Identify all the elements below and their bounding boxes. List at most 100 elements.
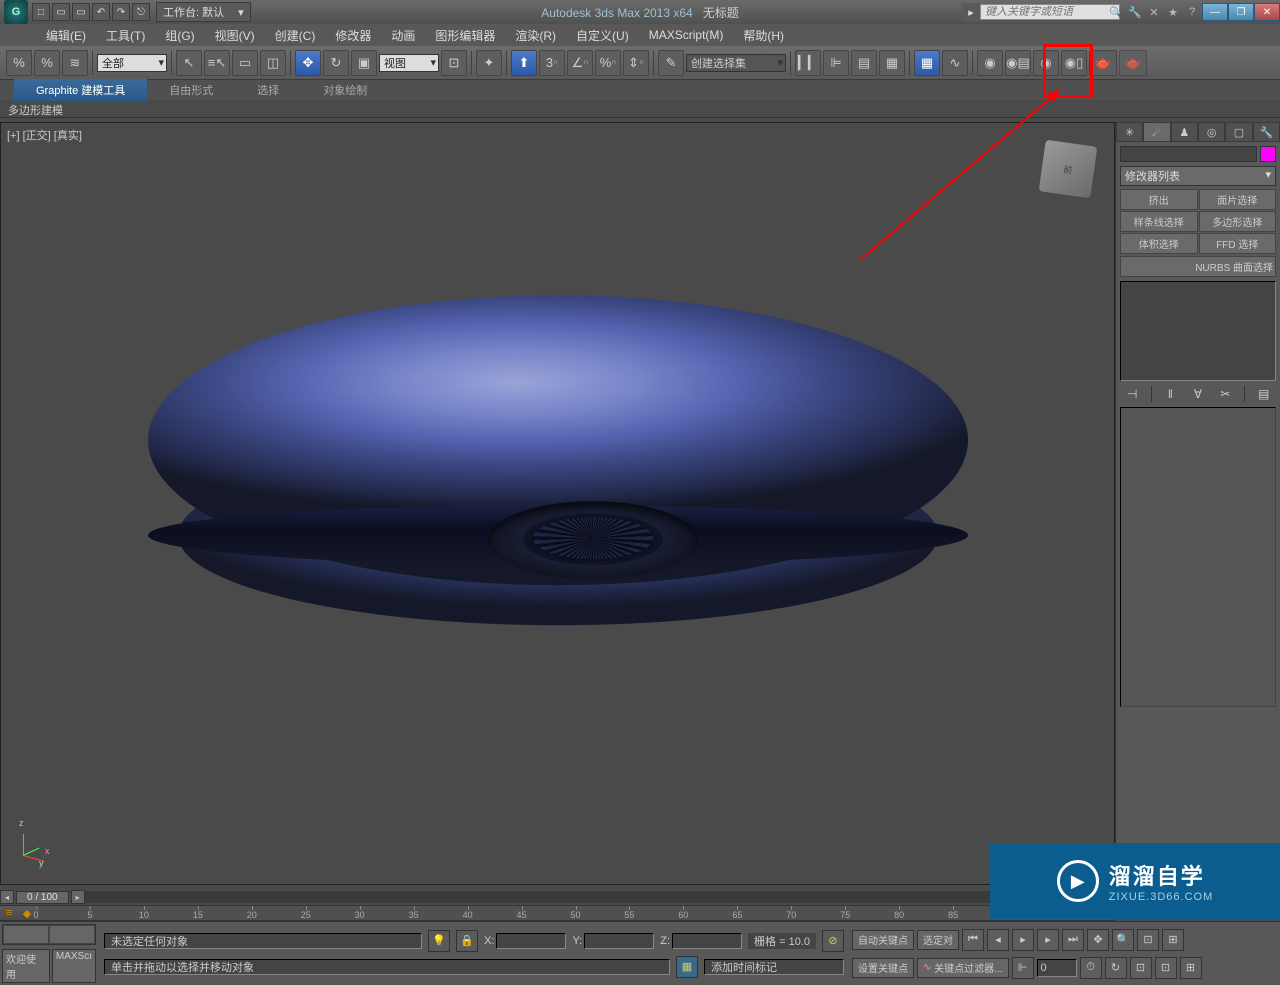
mod-btn-extrude[interactable]: 挤出 bbox=[1120, 189, 1198, 210]
mod-btn-splinesel[interactable]: 样条线选择 bbox=[1120, 211, 1198, 232]
angle-snap-icon[interactable]: ∠∩ bbox=[567, 50, 593, 76]
exchange-icon[interactable]: ✕ bbox=[1146, 6, 1162, 19]
select-by-name-icon[interactable]: ≡↖ bbox=[204, 50, 230, 76]
redo-icon[interactable]: ↷ bbox=[112, 3, 130, 21]
viewcube[interactable]: 前 bbox=[1039, 140, 1098, 199]
nav-dolly-icon[interactable]: ⊡ bbox=[1130, 957, 1152, 979]
current-frame-input[interactable] bbox=[1037, 959, 1077, 977]
nav-zoomext-icon[interactable]: ⊞ bbox=[1162, 929, 1184, 951]
configure-sets-icon[interactable]: ▤ bbox=[1255, 385, 1273, 403]
comm-center-icon[interactable]: ▦ bbox=[676, 956, 698, 978]
menu-maxscript[interactable]: MAXScript(M) bbox=[639, 25, 734, 45]
use-center-icon[interactable]: ⊡ bbox=[441, 50, 467, 76]
schematic-view-icon[interactable]: ∿ bbox=[942, 50, 968, 76]
unlink-icon[interactable]: % bbox=[34, 50, 60, 76]
minimize-button[interactable]: — bbox=[1202, 3, 1228, 21]
time-slider-track[interactable] bbox=[85, 891, 1115, 903]
show-end-result-icon[interactable]: ‖ bbox=[1161, 385, 1179, 403]
bind-spacewarp-icon[interactable]: ≋ bbox=[62, 50, 88, 76]
object-name-input[interactable] bbox=[1120, 146, 1257, 162]
mod-btn-volsel[interactable]: 体积选择 bbox=[1120, 233, 1198, 254]
mirror-icon[interactable]: ▎▎ bbox=[795, 50, 821, 76]
trackbar-ruler[interactable]: 0510152025303540455055606570758085909510… bbox=[36, 906, 1115, 920]
refcoord-dropdown[interactable]: 视图 bbox=[379, 54, 439, 72]
add-time-tag[interactable]: 添加时间标记 bbox=[704, 959, 844, 975]
motion-tab-icon[interactable]: ◎ bbox=[1198, 122, 1225, 142]
coord-y-input[interactable] bbox=[584, 933, 654, 949]
percent-snap-icon[interactable]: %∩ bbox=[595, 50, 621, 76]
ribbon-panel-polymodeling[interactable]: 多边形建模 bbox=[0, 100, 1280, 118]
make-unique-icon[interactable]: ∀ bbox=[1189, 385, 1207, 403]
utilities-tab-icon[interactable]: 🔧 bbox=[1253, 122, 1280, 142]
mod-btn-patchsel[interactable]: 面片选择 bbox=[1199, 189, 1277, 210]
time-config-icon[interactable]: ⏱ bbox=[1080, 957, 1102, 979]
select-region-rect-icon[interactable]: ▭ bbox=[232, 50, 258, 76]
snap-toggle-icon[interactable]: 3∩ bbox=[539, 50, 565, 76]
key-icon[interactable]: 🔧 bbox=[1127, 6, 1143, 19]
viewport[interactable]: [+] [正交] [真实] 前 zxy bbox=[0, 122, 1115, 885]
menu-rendering[interactable]: 渲染(R) bbox=[505, 24, 566, 47]
menu-customize[interactable]: 自定义(U) bbox=[566, 24, 639, 47]
window-crossing-icon[interactable]: ◫ bbox=[260, 50, 286, 76]
workspace-dropdown[interactable]: 工作台: 默认▾ bbox=[156, 2, 251, 22]
nav-maximize-icon[interactable]: ⊞ bbox=[1180, 957, 1202, 979]
render-teapot-icon[interactable]: 🫖 bbox=[1089, 50, 1117, 76]
keyboard-shortcut-icon[interactable]: ⬆ bbox=[511, 50, 537, 76]
autokey-button[interactable]: 自动关键点 bbox=[852, 930, 914, 950]
move-icon[interactable]: ✥ bbox=[295, 50, 321, 76]
search-dropdown-icon[interactable]: ▸ bbox=[962, 3, 980, 21]
menu-edit[interactable]: 编辑(E) bbox=[36, 24, 96, 47]
rotate-icon[interactable]: ↻ bbox=[323, 50, 349, 76]
keyfilter-button[interactable]: ∿ 关键点过滤器... bbox=[917, 958, 1009, 978]
spinner-snap-icon[interactable]: ⇕∩ bbox=[623, 50, 649, 76]
save-icon[interactable]: ▭ bbox=[72, 3, 90, 21]
object-color-swatch[interactable] bbox=[1260, 146, 1276, 162]
modify-tab-icon[interactable]: ☄ bbox=[1143, 122, 1170, 142]
curve-editor-icon[interactable]: ▦ bbox=[914, 50, 940, 76]
mod-btn-polysel[interactable]: 多边形选择 bbox=[1199, 211, 1277, 232]
selection-filter-dropdown[interactable]: 全部 bbox=[97, 54, 167, 72]
timeslider-prev-icon[interactable]: ◂ bbox=[0, 890, 14, 904]
setkey-button[interactable]: 设置关键点 bbox=[852, 958, 914, 978]
menu-views[interactable]: 视图(V) bbox=[205, 24, 265, 47]
menu-modifiers[interactable]: 修改器 bbox=[325, 24, 381, 47]
lock-icon[interactable]: 🔒 bbox=[456, 930, 478, 952]
mod-btn-ffdsel[interactable]: FFD 选择 bbox=[1199, 233, 1277, 254]
selected-button[interactable]: 选定对 bbox=[917, 930, 959, 950]
modifier-stack[interactable] bbox=[1120, 281, 1276, 381]
ribbon-tab-graphite[interactable]: Graphite 建模工具 bbox=[14, 79, 147, 101]
next-frame-icon[interactable]: ▸ bbox=[1037, 929, 1059, 951]
scale-icon[interactable]: ▣ bbox=[351, 50, 377, 76]
hierarchy-tab-icon[interactable]: ♟ bbox=[1171, 122, 1198, 142]
align-icon[interactable]: ⊫ bbox=[823, 50, 849, 76]
menu-grapheditors[interactable]: 图形编辑器 bbox=[425, 24, 505, 47]
menu-tools[interactable]: 工具(T) bbox=[96, 24, 155, 47]
render-teapot2-icon[interactable]: 🫖 bbox=[1119, 50, 1147, 76]
render-production-icon[interactable]: ◉▯ bbox=[1061, 50, 1087, 76]
link-icon[interactable]: % bbox=[6, 50, 32, 76]
display-tab-icon[interactable]: ▢ bbox=[1225, 122, 1252, 142]
render-setup-icon[interactable]: ◉▤ bbox=[1005, 50, 1031, 76]
named-selection-dropdown[interactable]: 创建选择集 bbox=[686, 54, 786, 72]
menu-create[interactable]: 创建(C) bbox=[265, 24, 326, 47]
material-editor-icon[interactable]: ◉ bbox=[977, 50, 1003, 76]
ribbon-tab-objectpaint[interactable]: 对象绘制 bbox=[301, 79, 389, 101]
prev-frame-icon[interactable]: ◂ bbox=[987, 929, 1009, 951]
time-slider[interactable]: 0 / 100 bbox=[16, 891, 69, 904]
coord-x-input[interactable] bbox=[496, 933, 566, 949]
viewport-label[interactable]: [+] [正交] [真实] bbox=[7, 127, 82, 143]
menu-help[interactable]: 帮助(H) bbox=[733, 24, 794, 47]
timeslider-next-icon[interactable]: ▸ bbox=[71, 890, 85, 904]
nav-orbit-icon[interactable]: ↻ bbox=[1105, 957, 1127, 979]
adaptive-degradation-icon[interactable]: ⊘ bbox=[822, 930, 844, 952]
ribbon-tab-freeform[interactable]: 自由形式 bbox=[147, 79, 235, 101]
nav-zoom-icon[interactable]: 🔍 bbox=[1112, 929, 1134, 951]
menu-group[interactable]: 组(G) bbox=[155, 24, 204, 47]
track-bar[interactable]: ≡ ◆ 051015202530354045505560657075808590… bbox=[0, 905, 1115, 921]
undo-icon[interactable]: ↶ bbox=[92, 3, 110, 21]
maximize-button[interactable]: ❐ bbox=[1228, 3, 1254, 21]
new-icon[interactable]: □ bbox=[32, 3, 50, 21]
goto-start-icon[interactable]: ⏮ bbox=[962, 929, 984, 951]
viewport-layout-thumb[interactable] bbox=[2, 924, 96, 945]
trackbar-toggle-icon[interactable]: ≡ bbox=[0, 906, 18, 920]
